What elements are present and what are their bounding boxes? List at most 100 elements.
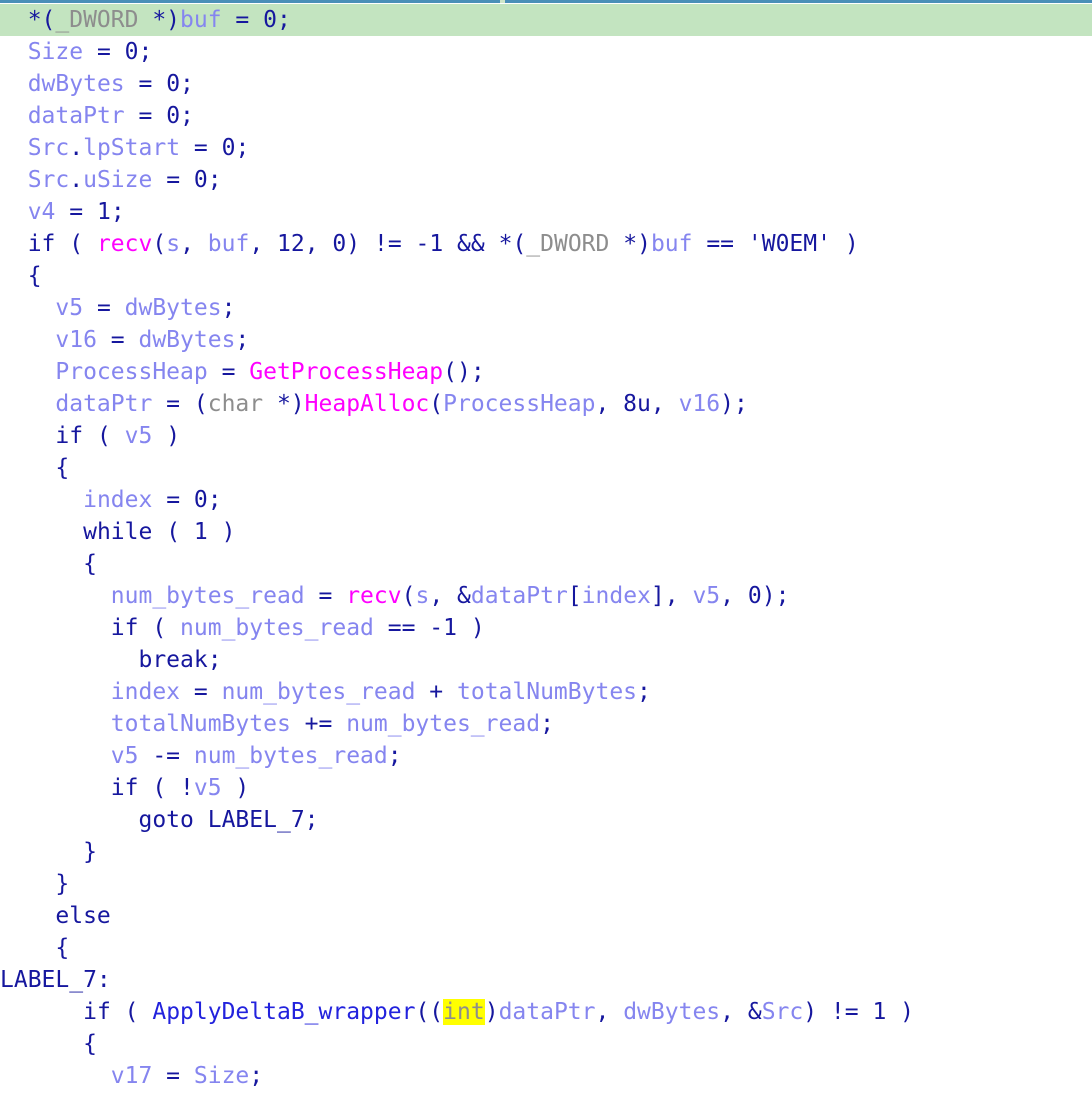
code-token-punct[interactable]: ) [485,999,499,1025]
code-token-punct[interactable]: = [152,167,194,193]
pseudocode-view[interactable]: *(_DWORD *)buf = 0; Size = 0; dwBytes = … [0,4,1092,1100]
code-token-punct[interactable]: ; [388,743,402,769]
code-token-punct[interactable] [0,903,55,929]
code-token-punct[interactable] [0,743,111,769]
code-token-var[interactable]: ProcessHeap [55,359,207,385]
code-line[interactable]: { [0,548,1092,580]
code-token-punct[interactable]: (( [415,999,443,1025]
code-token-var[interactable]: dataPtr [55,391,152,417]
code-token-kw[interactable]: goto [138,807,193,833]
code-token-punct[interactable]: ; [277,7,291,33]
code-token-var[interactable]: dataPtr [499,999,596,1025]
code-token-type[interactable]: char [208,391,263,417]
code-token-punct[interactable]: ; [180,71,194,97]
code-line[interactable]: if ( ApplyDeltaB_wrapper((int)dataPtr, d… [0,996,1092,1028]
code-token-var[interactable]: buf [180,7,222,33]
code-token-punct[interactable]: ) != -1 && *( [346,231,526,257]
code-token-punct[interactable] [0,615,111,641]
code-token-punct[interactable]: { [0,551,97,577]
code-token-kw[interactable]: else [55,903,110,929]
code-token-var[interactable]: v5 [111,743,139,769]
code-token-punct[interactable] [0,359,55,385]
code-token-punct[interactable]: ; [305,807,319,833]
code-token-punct[interactable]: ); [762,583,790,609]
code-token-punct[interactable] [0,775,111,801]
code-token-var[interactable]: dwBytes [28,71,125,97]
code-token-punct[interactable]: ( [402,583,416,609]
code-token-punct[interactable]: , & [429,583,471,609]
code-token-var[interactable]: Src [762,999,804,1025]
code-token-punct[interactable]: = [83,295,125,321]
code-line[interactable]: while ( 1 ) [0,516,1092,548]
code-token-punct[interactable] [0,71,28,97]
code-token-var[interactable]: v16 [679,391,721,417]
code-token-punct[interactable]: = [97,327,139,353]
code-token-var[interactable]: s [166,231,180,257]
code-token-punct[interactable]: , [180,231,208,257]
code-line[interactable]: if ( !v5 ) [0,772,1092,804]
code-token-punct[interactable]: , [595,391,623,417]
code-token-punct[interactable]: ; [222,295,236,321]
code-line[interactable]: v5 -= num_bytes_read; [0,740,1092,772]
code-token-var[interactable]: s [415,583,429,609]
code-token-var[interactable]: num_bytes_read [194,743,388,769]
code-token-punct[interactable]: } [0,871,69,897]
code-token-kw[interactable]: if [111,775,139,801]
code-token-punct[interactable]: = ( [152,391,208,417]
code-line[interactable]: } [0,836,1092,868]
code-token-num[interactable]: 0 [332,231,346,257]
code-token-punct[interactable]: ( [429,391,443,417]
code-token-punct[interactable]: , [249,231,277,257]
code-token-kw[interactable]: break [138,647,207,673]
code-token-punct[interactable]: ) [831,231,859,257]
code-token-punct[interactable]: ( [83,423,125,449]
code-token-punct[interactable]: , [651,391,679,417]
code-token-punct[interactable]: ; [208,167,222,193]
code-token-punct[interactable]: += [291,711,346,737]
code-token-punct[interactable]: , [596,999,624,1025]
code-token-var[interactable]: Src [28,135,70,161]
code-token-punct[interactable]: ) [222,775,249,801]
code-token-punct[interactable]: ], [651,583,693,609]
code-token-num[interactable]: 12 [277,231,305,257]
code-token-label[interactable]: LABEL_7 [208,807,305,833]
code-token-var[interactable]: totalNumBytes [111,711,291,737]
code-token-punct[interactable]: = [83,39,125,65]
code-token-num[interactable]: 1 [97,199,111,225]
code-token-punct[interactable]: ; [637,679,651,705]
code-token-var[interactable]: v5 [692,583,720,609]
code-token-type[interactable]: _DWORD [55,7,138,33]
code-token-punct[interactable]: = [152,487,194,513]
code-line[interactable]: { [0,1028,1092,1060]
code-token-var[interactable]: v5 [55,295,83,321]
code-token-fn[interactable]: GetProcessHeap [249,359,443,385]
code-token-punct[interactable] [0,135,28,161]
code-token-punct[interactable]: *) [609,231,651,257]
code-token-punct[interactable]: , [720,583,748,609]
code-token-punct[interactable]: = [222,7,264,33]
code-token-num[interactable]: 0 [166,71,180,97]
code-token-num[interactable]: 8u [623,391,651,417]
code-token-punct[interactable]: ( [138,615,180,641]
code-line[interactable]: index = num_bytes_read + totalNumBytes; [0,676,1092,708]
code-token-var[interactable]: uSize [83,167,152,193]
code-token-punct[interactable]: { [0,935,69,961]
code-token-var[interactable]: Size [28,39,83,65]
code-token-punct[interactable]: *) [263,391,305,417]
code-token-kw[interactable]: if [111,615,139,641]
code-token-var[interactable]: buf [651,231,693,257]
code-line[interactable]: Src.lpStart = 0; [0,132,1092,164]
code-token-punct[interactable] [0,679,111,705]
code-token-punct[interactable] [0,519,83,545]
code-token-fn[interactable]: HeapAlloc [305,391,430,417]
code-line[interactable]: v17 = Size; [0,1060,1092,1092]
code-token-punct[interactable] [0,807,138,833]
code-token-var[interactable]: dwBytes [623,999,720,1025]
code-token-var[interactable]: num_bytes_read [222,679,416,705]
code-token-var[interactable]: dwBytes [125,295,222,321]
code-token-num[interactable]: 0 [263,7,277,33]
code-token-num[interactable]: 0 [194,487,208,513]
code-token-punct[interactable] [0,999,83,1025]
code-token-punct[interactable] [0,711,111,737]
code-line[interactable]: else [0,900,1092,932]
